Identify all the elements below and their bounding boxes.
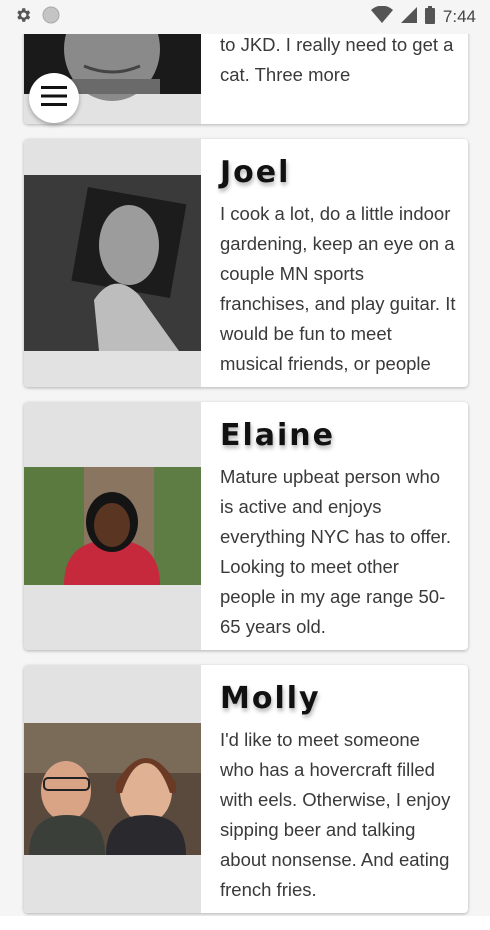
profile-photo [24, 723, 201, 855]
bottom-edge [0, 916, 490, 930]
hamburger-menu-icon [41, 86, 67, 110]
profile-list[interactable]: sleep. Can't wait to get back to JKD. I … [0, 34, 490, 930]
settings-gear-icon [14, 6, 32, 28]
profile-card[interactable]: sleep. Can't wait to get back to JKD. I … [24, 34, 468, 124]
profile-text: sleep. Can't wait to get back to JKD. I … [201, 34, 468, 124]
profile-name: Elaine [220, 418, 336, 453]
status-time: 7:44 [442, 7, 476, 26]
profile-bio: Mature upbeat person who is active and e… [220, 466, 452, 637]
profile-bio: sleep. Can't wait to get back to JKD. I … [220, 34, 454, 85]
profile-text: Joel I cook a lot, do a little indoor ga… [201, 139, 468, 387]
profile-text: Molly I'd like to meet someone who has a… [201, 665, 468, 913]
battery-icon [424, 6, 435, 28]
profile-photo [24, 467, 201, 585]
profile-card[interactable]: Elaine Mature upbeat person who is activ… [24, 402, 468, 650]
profile-name: Molly [220, 681, 321, 716]
status-bar-left [14, 6, 60, 28]
profile-photo-pane [24, 402, 201, 650]
status-bar: 7:44 [0, 0, 490, 34]
wifi-icon [370, 5, 393, 28]
cell-signal-icon [400, 7, 417, 27]
notification-dot-icon [42, 6, 60, 28]
status-bar-right: 7:44 [370, 5, 476, 28]
profile-photo [24, 175, 201, 351]
profile-card[interactable]: Molly I'd like to meet someone who has a… [24, 665, 468, 913]
profile-bio: I cook a lot, do a little indoor gardeni… [220, 203, 456, 374]
profile-name: Joel [220, 155, 291, 190]
profile-text: Elaine Mature upbeat person who is activ… [201, 402, 468, 650]
profile-bio: I'd like to meet someone who has a hover… [220, 729, 451, 900]
menu-button[interactable] [29, 73, 79, 123]
profile-card[interactable]: Joel I cook a lot, do a little indoor ga… [24, 139, 468, 387]
profile-photo-pane [24, 139, 201, 387]
profile-photo-pane [24, 665, 201, 913]
